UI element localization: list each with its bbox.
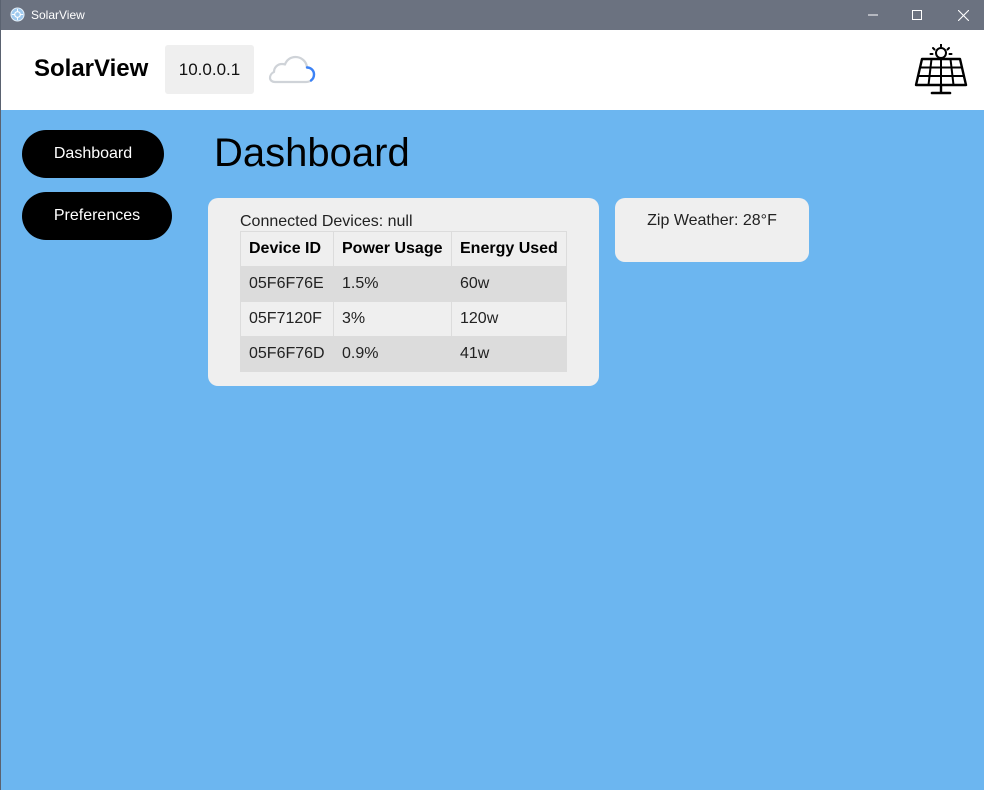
power-usage-cell: 0.9% xyxy=(333,336,452,372)
app-window: SolarView SolarView 10.0.0.1 Dashboard P… xyxy=(0,0,984,790)
table-row: 05F6F76E 1.5% 60w xyxy=(240,266,567,302)
solar-panel-icon xyxy=(914,44,968,95)
table-row: 05F6F76D 0.9% 41w xyxy=(240,336,567,372)
table-row: 05F7120F 3% 120w xyxy=(240,301,567,337)
device-id-cell: 05F7120F xyxy=(240,301,334,337)
table-header-row: Device ID Power Usage Energy Used xyxy=(240,231,567,267)
column-header-power-usage: Power Usage xyxy=(333,231,452,267)
close-icon xyxy=(957,9,969,21)
page-title: Dashboard xyxy=(214,131,410,175)
energy-used-cell: 41w xyxy=(451,336,567,372)
devices-table: Device ID Power Usage Energy Used 05F6F7… xyxy=(240,231,567,372)
weather-card: Zip Weather: 28°F xyxy=(615,198,809,262)
connected-devices-caption: Connected Devices: null xyxy=(240,213,413,230)
connected-devices-card: Connected Devices: null Device ID Power … xyxy=(208,198,599,386)
energy-used-cell: 120w xyxy=(451,301,567,337)
power-usage-cell: 1.5% xyxy=(333,266,452,302)
ip-address-display[interactable]: 10.0.0.1 xyxy=(165,45,254,94)
minimize-button[interactable] xyxy=(850,0,896,30)
energy-used-cell: 60w xyxy=(451,266,567,302)
close-button[interactable] xyxy=(940,0,984,30)
app-icon xyxy=(10,7,25,22)
title-bar: SolarView xyxy=(1,0,984,30)
ip-address-label: 10.0.0.1 xyxy=(178,59,241,79)
maximize-icon xyxy=(912,10,922,20)
sidebar-item-label: Preferences xyxy=(53,207,141,224)
device-id-cell: 05F6F76D xyxy=(240,336,334,372)
sidebar-item-dashboard[interactable]: Dashboard xyxy=(22,130,164,178)
power-usage-cell: 3% xyxy=(333,301,452,337)
column-header-device-id: Device ID xyxy=(240,231,334,267)
minimize-icon xyxy=(868,14,878,16)
sidebar-item-preferences[interactable]: Preferences xyxy=(22,192,172,240)
sidebar-item-label: Dashboard xyxy=(53,145,133,162)
device-id-cell: 05F6F76E xyxy=(240,266,334,302)
app-header: SolarView 10.0.0.1 xyxy=(1,30,984,110)
brand-title: SolarView xyxy=(34,55,149,82)
cloud-icon xyxy=(268,55,316,84)
maximize-button[interactable] xyxy=(894,0,940,30)
zip-weather-text: Zip Weather: 28°F xyxy=(647,212,777,229)
column-header-energy-used: Energy Used xyxy=(451,231,567,267)
window-title: SolarView xyxy=(31,8,85,22)
